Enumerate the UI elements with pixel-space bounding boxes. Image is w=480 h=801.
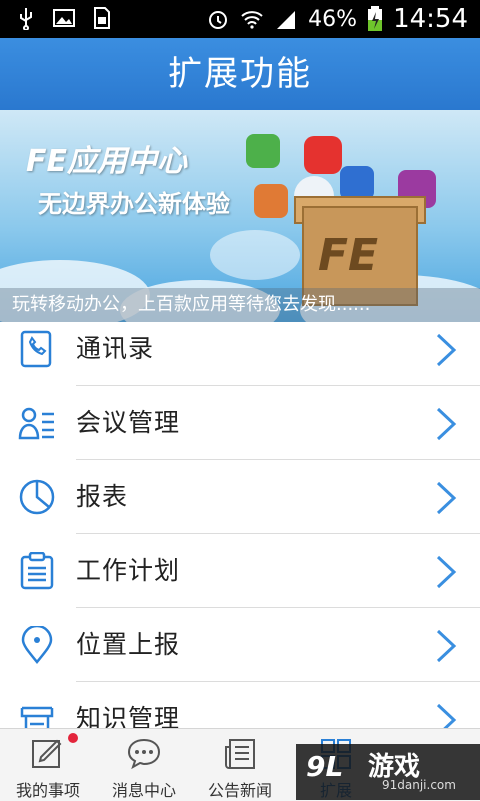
page-title: 扩展功能	[0, 38, 480, 110]
people-list-icon	[18, 407, 54, 440]
pie-chart-icon	[19, 479, 55, 515]
watermark-url: 91danji.com	[382, 778, 456, 792]
chevron-right-icon	[436, 629, 457, 663]
chevron-right-icon	[436, 555, 457, 589]
list-item-location[interactable]: 位置上报	[0, 608, 480, 682]
signal-icon	[277, 11, 296, 29]
watermark: 9L 游戏 91danji.com	[296, 744, 480, 800]
chat-bubble-icon	[127, 738, 161, 770]
list-item-knowledge[interactable]: 知识管理	[0, 682, 480, 728]
book-stack-icon	[20, 706, 54, 728]
list-item-label: 会议管理	[76, 408, 181, 437]
watermark-logo: 9L	[306, 750, 344, 783]
wifi-icon	[241, 11, 263, 29]
tab-label: 消息中心	[111, 781, 176, 800]
tab-label: 我的事项	[15, 781, 80, 800]
location-pin-icon	[21, 626, 53, 664]
list-item-meetings[interactable]: 会议管理	[0, 386, 480, 460]
list-item-work-plan[interactable]: 工作计划	[0, 534, 480, 608]
chevron-right-icon	[436, 703, 457, 728]
sim-card-icon	[94, 7, 110, 29]
chevron-right-icon	[436, 407, 457, 441]
tab-announcements[interactable]: 公告新闻	[192, 729, 288, 801]
list-item-reports[interactable]: 报表	[0, 460, 480, 534]
usb-icon	[20, 8, 32, 30]
clock-time: 14:54	[393, 4, 468, 34]
chart-app-icon	[304, 136, 342, 174]
alarm-icon	[209, 11, 228, 29]
list-item-label: 报表	[76, 482, 129, 511]
tag-app-icon	[254, 184, 288, 218]
banner-title: FE应用中心	[26, 144, 187, 179]
phone-book-icon	[20, 330, 52, 368]
battery-charging-icon	[368, 6, 383, 31]
list-item-label: 知识管理	[76, 704, 181, 728]
tab-label: 公告新闻	[207, 781, 272, 800]
app-center-banner[interactable]: FE应用中心 无边界办公新体验 FE 玩转移动办公，上百款应用等待您去发现...…	[0, 110, 480, 322]
clipboard-icon	[20, 552, 54, 590]
feature-list: 通讯录 会议管理 报表 工作计划 位置上报 知识管理	[0, 322, 480, 728]
image-icon	[53, 9, 75, 27]
banner-caption: 玩转移动办公，上百款应用等待您去发现......	[0, 288, 480, 322]
app-box-label: FE	[318, 230, 379, 281]
chevron-right-icon	[436, 481, 457, 515]
list-item-label: 通讯录	[76, 334, 155, 363]
banner-subtitle: 无边界办公新体验	[38, 190, 230, 218]
status-bar: 46% 14:54	[0, 0, 480, 38]
newspaper-icon	[225, 739, 255, 769]
battery-percent: 46%	[308, 6, 358, 32]
tab-my-tasks[interactable]: 我的事项	[0, 729, 96, 801]
list-item-contacts[interactable]: 通讯录	[0, 322, 480, 386]
tab-messages[interactable]: 消息中心	[96, 729, 192, 801]
list-item-label: 位置上报	[76, 630, 181, 659]
message-app-icon	[340, 166, 374, 200]
calculator-app-icon	[246, 134, 280, 168]
chevron-right-icon	[436, 333, 457, 367]
list-item-label: 工作计划	[76, 556, 181, 585]
pen-icon	[32, 739, 62, 768]
notification-dot	[68, 733, 78, 743]
